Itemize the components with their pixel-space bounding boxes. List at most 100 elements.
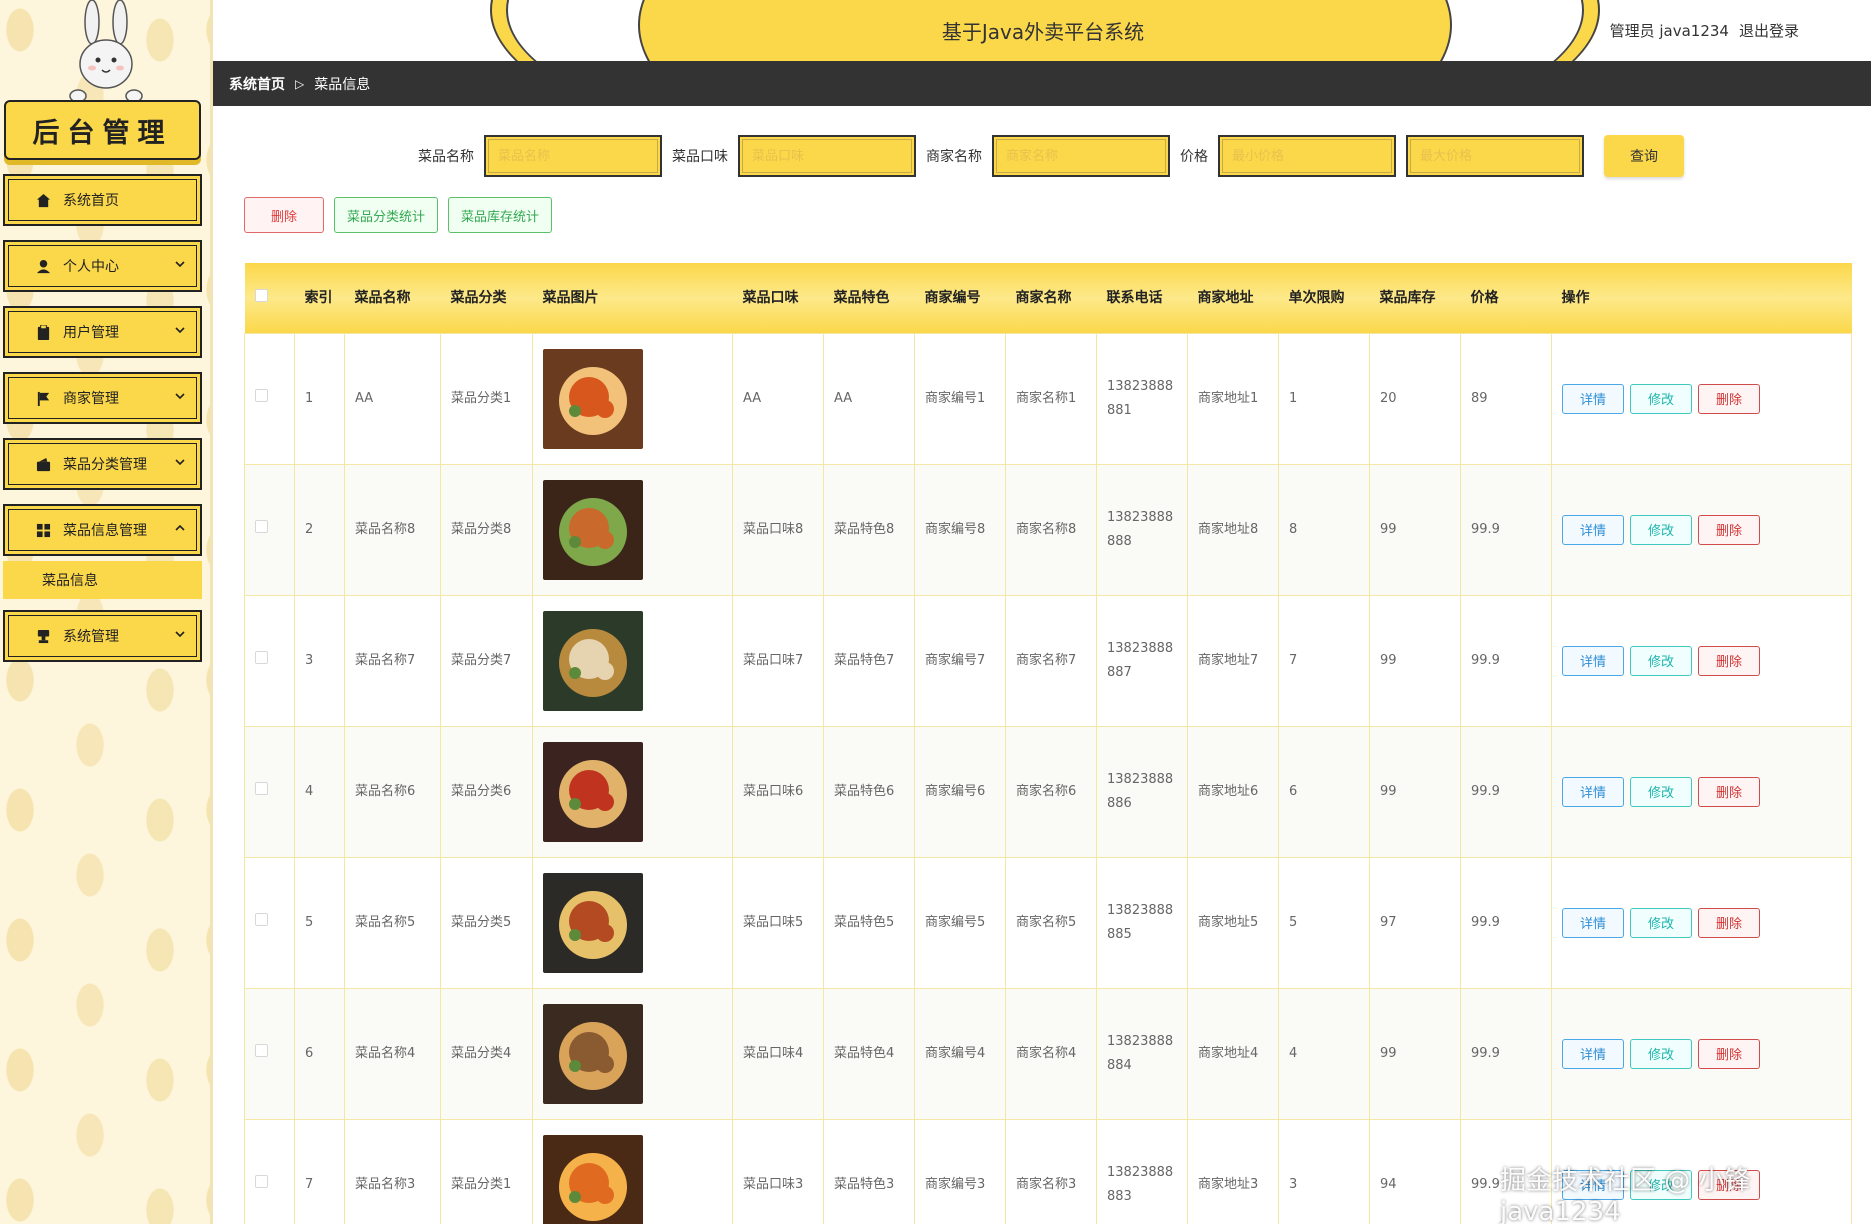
delete-button[interactable]: 删除	[1698, 907, 1760, 938]
cell-address: 商家地址6	[1187, 725, 1279, 858]
row-select-cell[interactable]	[244, 332, 295, 465]
table-row: 2 菜品名称8 菜品分类8 菜品口味8 菜品特色8 商家编号8 商家名称8 13823888…	[244, 463, 1852, 596]
menu-item-user-management[interactable]: 用户管理	[3, 306, 202, 358]
dish-taste-input[interactable]	[738, 135, 916, 177]
delete-button[interactable]: 删除	[1698, 1038, 1760, 1069]
query-button[interactable]: 查询	[1604, 135, 1684, 177]
detail-button[interactable]: 详情	[1562, 776, 1624, 807]
edit-button[interactable]: 修改	[1630, 776, 1692, 807]
cell-phone: 13823888883	[1096, 1118, 1188, 1224]
cell-merchant-no: 商家编号5	[914, 856, 1006, 989]
row-select-cell[interactable]	[244, 1118, 295, 1224]
chevron-down-icon	[174, 258, 186, 270]
chevron-down-icon	[174, 628, 186, 640]
delete-button[interactable]: 删除	[1698, 383, 1760, 414]
select-all-checkbox[interactable]	[254, 288, 268, 302]
menu-item-personal-center[interactable]: 个人中心	[3, 240, 202, 292]
column-header: 索引	[304, 289, 333, 306]
cell-address: 商家地址4	[1187, 987, 1279, 1120]
cell-price: 99.9	[1460, 725, 1552, 858]
cell-limit: 6	[1278, 725, 1370, 858]
detail-button[interactable]: 详情	[1562, 383, 1624, 414]
menu-item-dish-management[interactable]: 菜品信息管理	[3, 504, 202, 556]
cell-index: 6	[294, 987, 345, 1120]
column-header: 菜品特色	[833, 289, 890, 306]
detail-button[interactable]: 详情	[1562, 514, 1624, 545]
cell-index: 7	[294, 1118, 345, 1224]
row-checkbox[interactable]	[255, 912, 268, 926]
row-select-cell[interactable]	[244, 725, 295, 858]
dish-image-cell	[532, 594, 733, 727]
cell-phone: 13823888884	[1096, 987, 1188, 1120]
detail-button[interactable]: 详情	[1562, 645, 1624, 676]
row-checkbox[interactable]	[255, 1043, 268, 1057]
edit-button[interactable]: 修改	[1630, 1038, 1692, 1069]
row-checkbox[interactable]	[255, 1174, 268, 1188]
delete-button[interactable]: 删除	[1698, 645, 1760, 676]
menu-item-merchant-management[interactable]: 商家管理	[3, 372, 202, 424]
submenu-item-dish-info[interactable]: 菜品信息	[3, 561, 202, 599]
dish-image[interactable]	[543, 872, 643, 973]
row-select-cell[interactable]	[244, 594, 295, 727]
cell-merchant-name: 商家名称3	[1005, 1118, 1097, 1224]
dish-image[interactable]	[543, 348, 643, 449]
dish-image[interactable]	[543, 610, 643, 711]
cell-merchant-name: 商家名称5	[1005, 856, 1097, 989]
cell-merchant-no: 商家编号1	[914, 332, 1006, 465]
dish-image[interactable]	[543, 741, 643, 842]
menu-item-category-management[interactable]: 菜品分类管理	[3, 438, 202, 490]
detail-button[interactable]: 详情	[1562, 907, 1624, 938]
row-actions-cell: 详情 修改 删除	[1551, 987, 1852, 1120]
dish-table: 索引 菜品名称 菜品分类 菜品图片 菜品口味 菜品特色 商家编号 商家名称 联系…	[244, 263, 1852, 1224]
wallet-icon	[35, 456, 51, 472]
edit-button[interactable]: 修改	[1630, 514, 1692, 545]
edit-button[interactable]: 修改	[1630, 383, 1692, 414]
select-all-header[interactable]	[245, 263, 295, 333]
logout-link[interactable]: 退出登录	[1739, 20, 1799, 41]
batch-delete-button[interactable]: 删除	[244, 197, 324, 233]
column-header: 联系电话	[1106, 289, 1163, 306]
row-checkbox[interactable]	[255, 388, 268, 402]
breadcrumb-home[interactable]: 系统首页	[229, 74, 285, 94]
menu-item-home[interactable]: 系统首页	[3, 174, 202, 226]
dish-image[interactable]	[543, 479, 643, 580]
cell-limit: 7	[1278, 594, 1370, 727]
column-header: 菜品名称	[354, 289, 411, 306]
edit-button[interactable]: 修改	[1630, 645, 1692, 676]
row-checkbox[interactable]	[255, 781, 268, 795]
row-checkbox[interactable]	[255, 650, 268, 664]
cell-stock: 99	[1369, 463, 1461, 596]
dish-image[interactable]	[543, 1134, 643, 1224]
menu-item-system-management[interactable]: 系统管理	[3, 610, 202, 662]
column-header: 商家名称	[1015, 289, 1072, 306]
cell-limit: 1	[1278, 332, 1370, 465]
stock-stats-button[interactable]: 菜品库存统计	[448, 197, 553, 233]
delete-button[interactable]: 删除	[1698, 776, 1760, 807]
dish-image[interactable]	[543, 1003, 643, 1104]
row-checkbox[interactable]	[255, 519, 268, 533]
cell-category: 菜品分类4	[440, 987, 533, 1120]
cell-taste: 菜品口味5	[732, 856, 824, 989]
row-select-cell[interactable]	[244, 856, 295, 989]
chevron-down-icon	[174, 456, 186, 468]
cell-index: 2	[294, 463, 345, 596]
delete-button[interactable]: 删除	[1698, 514, 1760, 545]
cell-phone: 13823888887	[1096, 594, 1188, 727]
user-icon	[35, 258, 51, 274]
max-price-input[interactable]	[1406, 135, 1584, 177]
cell-phone: 13823888886	[1096, 725, 1188, 858]
row-select-cell[interactable]	[244, 987, 295, 1120]
cell-merchant-name: 商家名称1	[1005, 332, 1097, 465]
category-stats-button[interactable]: 菜品分类统计	[334, 197, 439, 233]
row-select-cell[interactable]	[244, 463, 295, 596]
menu-item-label: 商家管理	[63, 391, 119, 407]
merchant-name-input[interactable]	[992, 135, 1170, 177]
edit-button[interactable]: 修改	[1630, 907, 1692, 938]
table-row: 4 菜品名称6 菜品分类6 菜品口味6 菜品特色6 商家编号6 商家名称6 13823888…	[244, 725, 1852, 858]
cell-taste: 菜品口味8	[732, 463, 824, 596]
min-price-input[interactable]	[1218, 135, 1396, 177]
dish-name-input[interactable]	[484, 135, 662, 177]
current-user: 管理员 java1234	[1609, 22, 1729, 40]
detail-button[interactable]: 详情	[1562, 1038, 1624, 1069]
cell-limit: 5	[1278, 856, 1370, 989]
